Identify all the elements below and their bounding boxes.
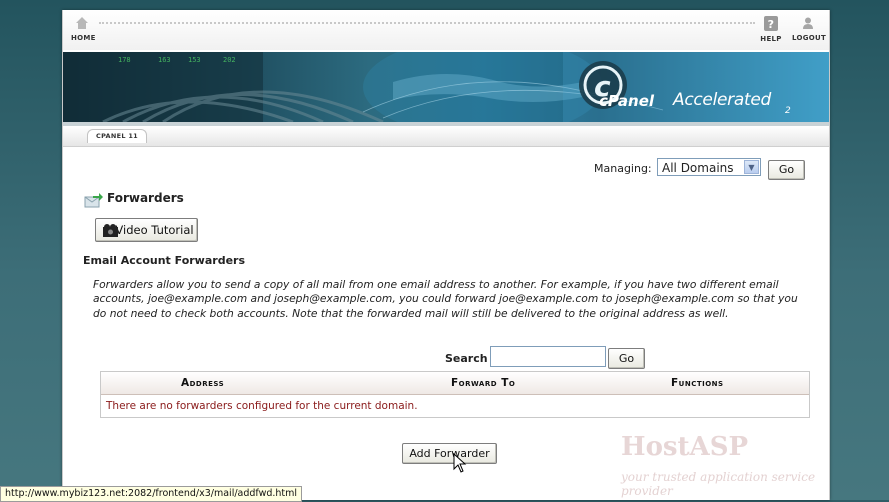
mouse-cursor-icon	[453, 453, 467, 473]
brand-cpanel: cPanel	[599, 92, 655, 110]
logout-button[interactable]: LOGOUT	[792, 16, 827, 42]
svg-text:178: 178	[118, 56, 131, 64]
help-icon: ?	[764, 16, 778, 31]
breadcrumb-tab[interactable]: CPANEL 11	[87, 129, 147, 143]
add-forwarder-label: Add Forwarder	[409, 447, 490, 460]
hostasp-tagline: your trusted application service provide…	[621, 470, 816, 498]
svg-text:?: ?	[768, 18, 775, 31]
description-text: Forwarders allow you to send a copy of a…	[93, 278, 798, 320]
search-go-button[interactable]: Go	[608, 348, 645, 369]
managing-label: Managing:	[594, 162, 652, 175]
search-input[interactable]	[490, 346, 606, 367]
cpanel-banner: 178 163 153 202 c cPanel Accelerated 2	[63, 52, 829, 122]
nav-divider	[99, 22, 755, 25]
managing-go-label: Go	[778, 163, 795, 176]
search-label: Search	[445, 352, 488, 365]
help-button[interactable]: ? HELP	[760, 16, 782, 43]
brand-version: 2	[785, 106, 791, 116]
page-title: Forwarders	[107, 191, 184, 205]
table-header: Address Forward To Functions	[101, 372, 809, 395]
domain-select[interactable]: All Domains ▼	[657, 158, 761, 176]
camera-icon	[103, 224, 118, 237]
forwarder-icon	[84, 193, 103, 208]
breadcrumb-strip: CPANEL 11	[63, 126, 829, 147]
forwarders-table: Address Forward To Functions There are n…	[100, 371, 810, 418]
banner-graphic: 178 163 153 202 c	[63, 52, 829, 122]
logout-label: LOGOUT	[792, 34, 827, 42]
column-header-functions: Functions	[671, 377, 724, 389]
empty-table-message: There are no forwarders configured for t…	[106, 400, 418, 412]
brand-accelerated: Accelerated	[673, 90, 771, 110]
add-forwarder-button[interactable]: Add Forwarder	[402, 443, 497, 464]
column-header-forward-to[interactable]: Forward To	[451, 377, 515, 389]
home-icon	[76, 17, 88, 29]
column-header-address[interactable]: Address	[181, 377, 224, 389]
svg-text:163: 163	[158, 56, 171, 64]
domain-select-value: All Domains	[662, 161, 734, 175]
home-label: HOME	[71, 34, 96, 42]
video-tutorial-button[interactable]: Video Tutorial	[95, 218, 198, 242]
hostasp-watermark: HostASP	[621, 432, 749, 462]
chevron-down-icon[interactable]: ▼	[744, 160, 759, 174]
svg-text:153: 153	[188, 56, 201, 64]
video-tutorial-label: Video Tutorial	[115, 223, 194, 237]
search-go-label: Go	[618, 352, 635, 365]
top-nav: HOME ? HELP LOGOUT	[63, 10, 829, 50]
section-heading: Email Account Forwarders	[83, 254, 245, 267]
user-icon	[803, 17, 813, 29]
home-button[interactable]: HOME	[71, 16, 96, 42]
svg-text:202: 202	[223, 56, 236, 64]
managing-go-button[interactable]: Go	[768, 160, 805, 180]
help-label: HELP	[760, 35, 782, 43]
browser-page: HOME ? HELP LOGOUT 178 163 153 202 c cPa…	[62, 10, 830, 500]
